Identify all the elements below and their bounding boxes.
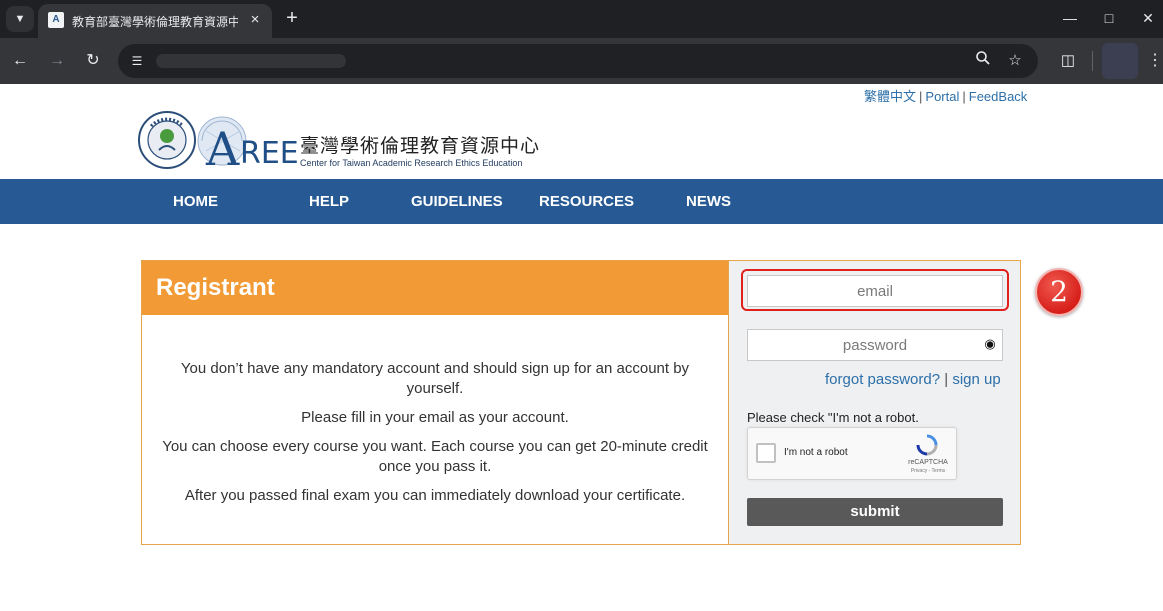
tab-close-icon[interactable]: × [246,11,264,29]
login-form: ◉ forgot password? | sign up Please chec… [728,261,1020,544]
tab-search-chevron-down-icon[interactable]: ▼ [6,6,34,32]
site-title-chinese: 臺灣學術倫理教育資源中心 [300,135,541,157]
site-title-english: Center for Taiwan Academic Research Ethi… [300,158,523,168]
recaptcha-logo-icon [914,434,940,456]
new-tab-plus-icon[interactable]: + [281,6,303,30]
recaptcha-widget: I'm not a robot reCAPTCHA Privacy - Term… [747,427,957,480]
recaptcha-terms[interactable]: Privacy - Terms [904,468,952,474]
language-link[interactable]: 繁體中文 [864,89,916,104]
url-text-blurred [156,54,346,68]
link-separator: | [944,371,949,388]
recaptcha-checkbox[interactable] [756,443,776,463]
aree-logo[interactable]: A REE [196,111,300,176]
email-field[interactable] [747,275,1003,307]
password-field[interactable] [747,329,1003,361]
minimize-icon[interactable]: — [1058,6,1082,30]
browser-tab[interactable]: A 教育部臺灣學術倫理教育資源中心 × [38,4,272,38]
extensions-puzzle-icon[interactable]: ◫ [1056,49,1080,73]
forgot-password-link[interactable]: forgot password? [825,371,940,388]
account-links: forgot password? | sign up [825,371,1001,388]
top-links: 繁體中文 | Portal | FeedBack [864,86,1027,105]
more-menu-icon[interactable]: ⋮ [1147,49,1163,73]
ministry-of-education-seal[interactable] [137,110,197,170]
toolbar-divider [1092,51,1093,71]
recaptcha-label: I'm not a robot [784,447,848,458]
registrant-info: Registrant You don’t have any mandatory … [142,261,728,544]
portal-link[interactable]: Portal [925,89,959,104]
nav-home[interactable]: HOME [173,179,218,224]
info-line: You don’t have any mandatory account and… [180,360,690,397]
bookmark-star-icon[interactable]: ☆ [1004,50,1026,72]
link-separator: | [962,89,966,104]
browser-toolbar: ← → ↻ ☰ ☆ ◫ ⋮ [0,38,1163,84]
registrant-description: You don’t have any mandatory account and… [158,359,712,515]
registrant-title: Registrant [156,274,275,301]
sign-up-link[interactable]: sign up [952,371,1000,388]
profile-avatar[interactable] [1102,43,1138,79]
maximize-icon[interactable]: □ [1097,6,1121,30]
reload-icon[interactable]: ↻ [81,49,105,73]
window-close-icon[interactable]: ✕ [1136,6,1160,30]
nav-resources[interactable]: RESOURCES [539,179,634,224]
address-bar[interactable]: ☰ ☆ [118,44,1038,78]
tab-title: 教育部臺灣學術倫理教育資源中心 [72,15,238,29]
feedback-link[interactable]: FeedBack [969,89,1028,104]
info-line: You can choose every course you want. Ea… [162,438,708,475]
info-line: After you passed final exam you can imme… [184,487,686,504]
browser-tab-bar: ▼ A 教育部臺灣學術倫理教育資源中心 × + — □ ✕ [0,0,1163,38]
nav-guidelines[interactable]: GUIDELINES [411,179,503,224]
robot-check-note: Please check "I'm not a robot. [747,410,919,425]
nav-help[interactable]: HELP [309,179,349,224]
registrant-header: Registrant [142,261,728,315]
registrant-panel: Registrant You don’t have any mandatory … [141,260,1021,545]
info-line: Please fill in your email as your accoun… [301,409,569,426]
zoom-icon[interactable] [972,50,994,72]
svg-text:A: A [205,122,240,169]
site-info-icon[interactable]: ☰ [126,50,148,72]
step-number-badge: 2 [1035,268,1083,316]
recaptcha-brand: reCAPTCHA [908,459,948,466]
submit-button[interactable]: submit [747,498,1003,526]
main-nav: HOME HELP GUIDELINES RESOURCES NEWS [0,179,1163,224]
favicon-icon: A [48,12,64,28]
svg-text:REE: REE [240,136,299,169]
back-arrow-icon[interactable]: ← [8,49,32,73]
link-separator: | [919,89,923,104]
show-password-eye-icon[interactable]: ◉ [981,337,999,351]
forward-arrow-icon[interactable]: → [45,49,69,73]
nav-news[interactable]: NEWS [686,179,731,224]
